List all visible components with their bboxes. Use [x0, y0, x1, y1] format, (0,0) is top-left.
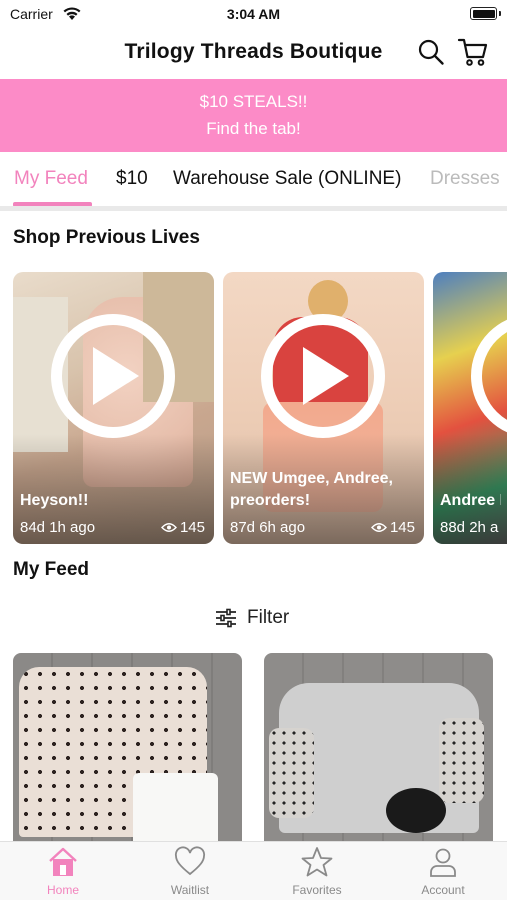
live-age: 88d 2h a: [440, 519, 499, 536]
nav-account-label: Account: [421, 883, 465, 897]
nav-waitlist-label: Waitlist: [170, 883, 210, 897]
filter-button[interactable]: Filter: [215, 605, 289, 631]
live-card[interactable]: NEW Umgee, Andree, preorders! 87d 6h ago…: [223, 272, 424, 544]
view-count: 145: [179, 519, 205, 536]
nav-home[interactable]: Home: [13, 846, 113, 897]
clock: 3:04 AM: [226, 6, 281, 22]
tab-my-feed[interactable]: My Feed: [14, 168, 88, 190]
leopard-sleeve-left: [269, 728, 314, 818]
person-icon: [430, 848, 456, 877]
battery-tip: [499, 11, 501, 16]
filter-sliders-icon: [216, 608, 236, 628]
play-triangle: [93, 347, 139, 405]
play-triangle: [303, 347, 349, 405]
play-icon: [471, 314, 507, 438]
live-card[interactable]: Heyson!! 84d 1h ago 145: [13, 272, 214, 544]
leopard-sleeve-right: [439, 718, 484, 803]
category-tabs: My Feed $10 Warehouse Sale (ONLINE) Dres…: [0, 152, 507, 209]
nav-waitlist[interactable]: Waitlist: [140, 846, 240, 897]
live-age: 84d 1h ago: [20, 519, 96, 536]
live-views: 145: [371, 519, 415, 536]
lives-section-title: Shop Previous Lives: [13, 227, 200, 248]
sandal-image: [386, 788, 446, 833]
live-title: Andree N: [440, 492, 501, 509]
nav-account[interactable]: Account: [393, 846, 493, 897]
live-title: NEW Umgee, Andree, preorders!: [230, 470, 393, 509]
banner-headline: $10 STEALS!!: [199, 92, 308, 111]
home-icon: [49, 847, 77, 876]
bottom-nav: Home Waitlist Favorites Account: [0, 841, 507, 900]
live-age: 87d 6h ago: [230, 519, 306, 536]
tabs-divider: [0, 206, 507, 211]
feed-section-title: My Feed: [13, 559, 90, 580]
product-card[interactable]: [264, 653, 493, 853]
live-card[interactable]: Andree N 88d 2h a: [433, 272, 507, 544]
filter-label: Filter: [247, 607, 290, 628]
promo-banner[interactable]: $10 STEALS!! Find the tab!: [0, 79, 507, 152]
tab-warehouse-sale[interactable]: Warehouse Sale (ONLINE): [173, 168, 401, 190]
status-bar: Carrier 3:04 AM: [0, 0, 507, 30]
header: Trilogy Threads Boutique: [0, 30, 507, 78]
tab-dresses[interactable]: Dresses: [430, 168, 500, 190]
tab-10-dollar[interactable]: $10: [116, 168, 148, 190]
banner-subline: Find the tab!: [206, 119, 301, 138]
eye-icon: [161, 523, 177, 532]
nav-favorites[interactable]: Favorites: [267, 846, 367, 897]
heart-icon: [174, 846, 206, 876]
nav-favorites-label: Favorites: [292, 883, 342, 897]
product-card[interactable]: [13, 653, 242, 853]
eye-icon: [371, 523, 387, 532]
star-icon: [301, 847, 333, 877]
view-count: 145: [389, 519, 415, 536]
battery-icon: [470, 7, 497, 20]
cart-icon[interactable]: [457, 37, 489, 67]
search-icon[interactable]: [417, 38, 445, 66]
nav-home-label: Home: [46, 883, 79, 897]
live-views: 145: [161, 519, 205, 536]
live-title: Heyson!!: [20, 492, 89, 509]
